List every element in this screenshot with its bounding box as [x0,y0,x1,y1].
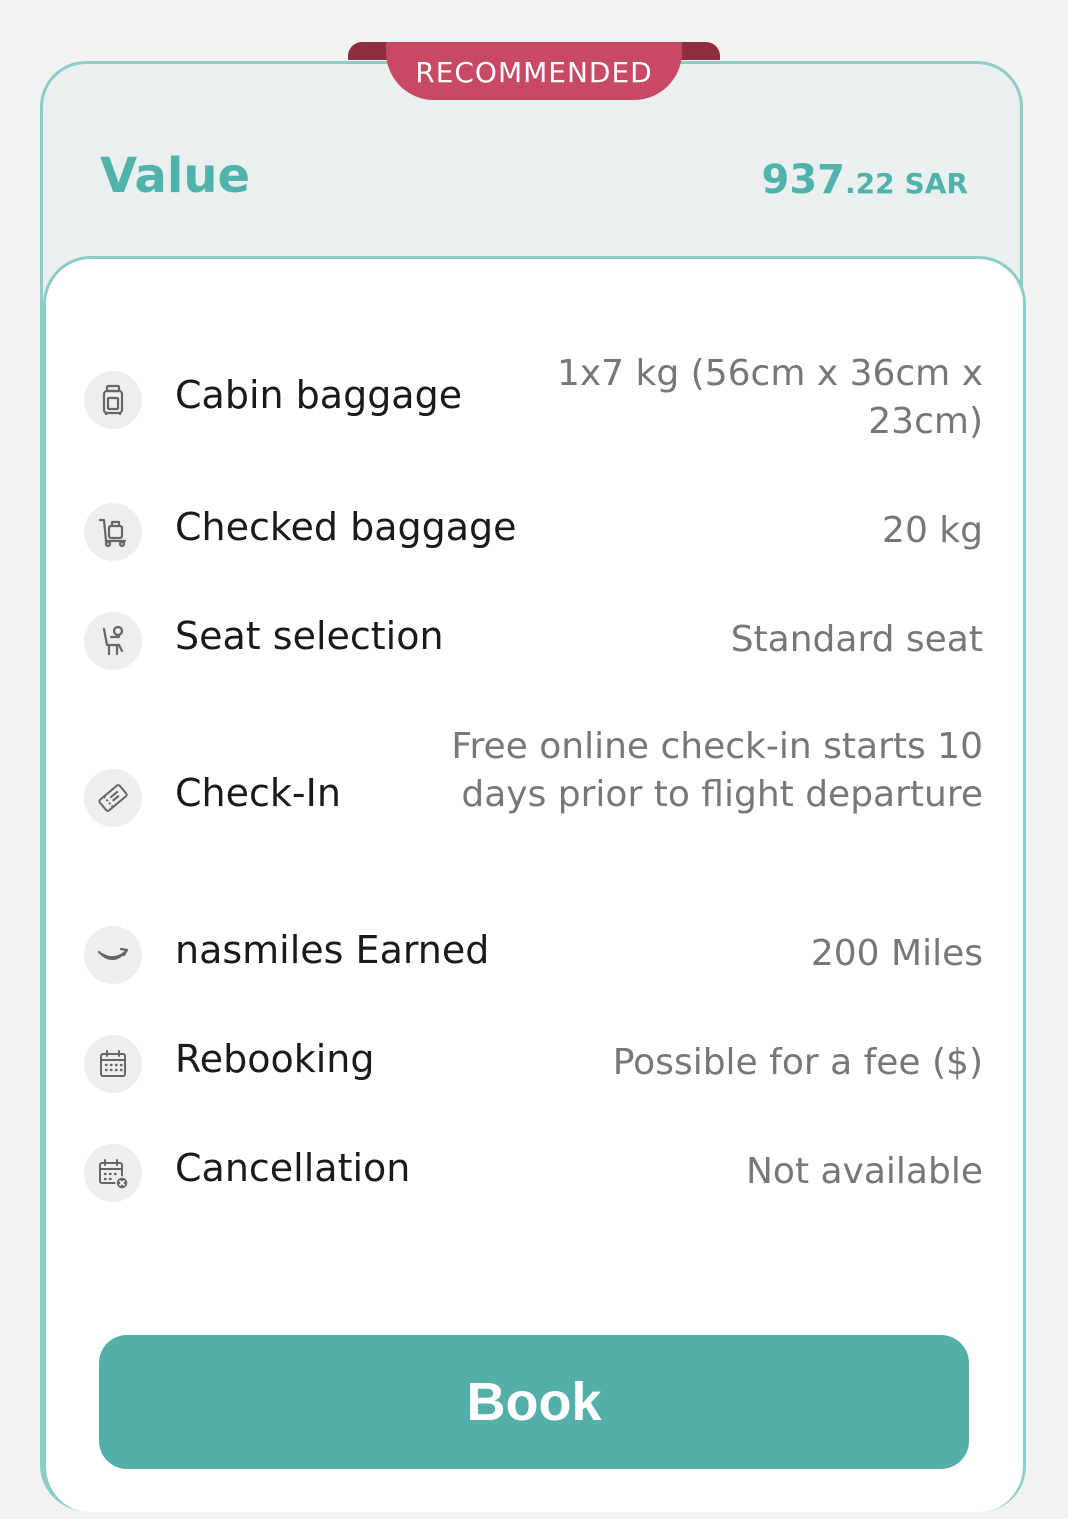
recommended-badge: RECOMMENDED [386,42,682,100]
feature-value: Standard seat [730,619,983,660]
ticket-icon [84,769,142,827]
feature-value: Free online check-in starts 10 days prio… [451,726,983,815]
feature-row-nasmiles: nasmiles Earned 200 Miles [84,926,983,984]
price-integer: 937 [761,157,845,203]
feature-row-rebooking: Rebooking Possible for a fee ($) [84,1035,983,1093]
feature-row-check-in: Check-In Free online check-in starts 10 … [84,723,983,869]
feature-label: Cancellation [175,1146,411,1190]
feature-value: 200 Miles [810,933,983,974]
carry-on-bag-icon [84,371,142,429]
price-currency: SAR [904,167,968,200]
feature-value: Not available [745,1151,983,1192]
nasmiles-icon [84,926,142,984]
feature-value: Possible for a fee ($) [612,1042,983,1083]
book-button[interactable]: Book [99,1335,969,1469]
feature-row-seat-selection: Seat selection Standard seat [84,612,983,670]
feature-value: 20 kg [882,510,983,551]
feature-label: nasmiles Earned [175,928,490,972]
calendar-icon [84,1035,142,1093]
feature-label: Check-In [175,771,341,815]
fare-name: Value [100,148,251,204]
luggage-cart-icon [84,503,142,561]
feature-row-checked-baggage: Checked baggage 20 kg [84,503,983,561]
seat-icon [84,612,142,670]
price-decimal: .22 [844,167,895,200]
feature-row-cabin-baggage: Cabin baggage 1x7 kg (56cm x 36cm x 23cm… [84,350,983,450]
feature-label: Seat selection [175,614,444,658]
feature-value: 1x7 kg (56cm x 36cm x 23cm) [556,353,983,442]
recommended-ribbon: RECOMMENDED [348,42,720,102]
feature-label: Rebooking [175,1037,375,1081]
fare-price: 937 .22 SAR [761,157,968,203]
calendar-cancel-icon [84,1144,142,1202]
feature-row-cancellation: Cancellation Not available [84,1144,983,1202]
feature-label: Checked baggage [175,505,517,549]
feature-label: Cabin baggage [175,373,463,417]
